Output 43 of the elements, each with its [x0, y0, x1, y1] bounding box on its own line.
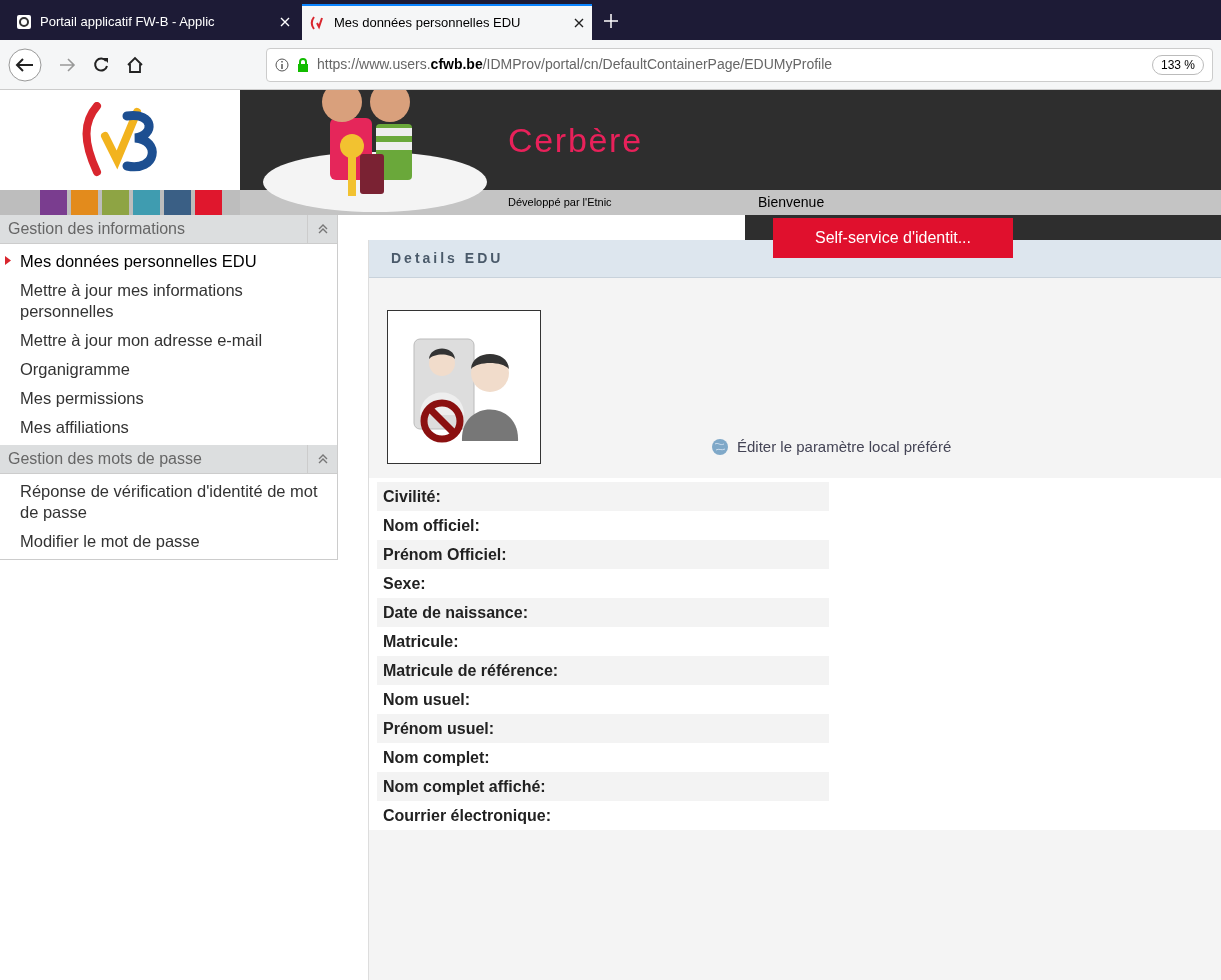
new-tab-icon[interactable]: [604, 14, 618, 28]
panel-title: Details EDU: [391, 249, 504, 268]
browser-tab[interactable]: Portail applicatif FW-B - Applic: [8, 4, 298, 40]
field-label: Civilité:: [377, 482, 829, 511]
field-label: Date de naissance:: [377, 598, 829, 627]
tab-favicon-icon: [16, 14, 32, 30]
self-service-button[interactable]: Self-service d'identit...: [773, 218, 1013, 258]
sidebar-section-header[interactable]: Gestion des mots de passe: [0, 445, 337, 474]
forward-icon[interactable]: [58, 55, 76, 74]
collapse-icon[interactable]: [316, 223, 329, 235]
field-label: Matricule de référence:: [377, 656, 829, 685]
close-icon[interactable]: [574, 18, 584, 28]
tab-favicon-icon: [310, 15, 326, 31]
sidebar-link[interactable]: Mes affiliations: [20, 417, 129, 438]
sidebar-link[interactable]: Réponse de vérification d'identité de mot de passe: [20, 481, 320, 523]
home-icon[interactable]: [126, 55, 144, 74]
tab-title: Portail applicatif FW-B - Applic: [40, 13, 216, 32]
app-title: Cerbère: [508, 119, 643, 161]
collapse-icon[interactable]: [316, 453, 329, 465]
field-label: Prénom usuel:: [377, 714, 829, 743]
field-label: Prénom Officiel:: [377, 540, 829, 569]
developer-credit: Développé par l'Etnic: [508, 195, 613, 211]
sidebar-link[interactable]: Modifier le mot de passe: [20, 531, 200, 552]
sidebar-link[interactable]: Organigramme: [20, 359, 131, 380]
welcome-text: Bienvenue: [758, 193, 825, 212]
sidebar-link[interactable]: Mettre à jour mon adresse e-mail: [20, 330, 263, 351]
section-title: Gestion des informations: [8, 219, 186, 239]
url-text: https://www.users.cfwb.be/IDMProv/portal/cn/DefaultContainerPage/EDUMyProfile: [317, 55, 833, 74]
lock-icon: [297, 57, 309, 72]
section-title: Gestion des mots de passe: [8, 449, 203, 469]
field-label: Nom complet affiché:: [377, 772, 829, 801]
browser-tab[interactable]: Mes données personnelles EDU: [302, 4, 592, 40]
address-field[interactable]: https://www.users.cfwb.be/IDMProv/portal/cn/DefaultContainerPage/EDUMyProfile 133 %: [266, 47, 1213, 82]
reload-icon[interactable]: [92, 55, 110, 74]
sidebar-link[interactable]: Mes données personnelles EDU: [20, 251, 257, 272]
back-icon[interactable]: [8, 47, 42, 82]
edit-locale-link[interactable]: Éditer le paramètre local préféré: [711, 435, 952, 458]
tab-title: Mes données personnelles EDU: [334, 14, 522, 33]
sidebar-link[interactable]: Mes permissions: [20, 388, 144, 409]
sidebar-section-header[interactable]: Gestion des informations: [0, 215, 337, 244]
info-icon[interactable]: [275, 57, 289, 72]
globe-icon: [711, 437, 729, 456]
sidebar-link[interactable]: Mettre à jour mes informations personnelles: [20, 280, 320, 322]
